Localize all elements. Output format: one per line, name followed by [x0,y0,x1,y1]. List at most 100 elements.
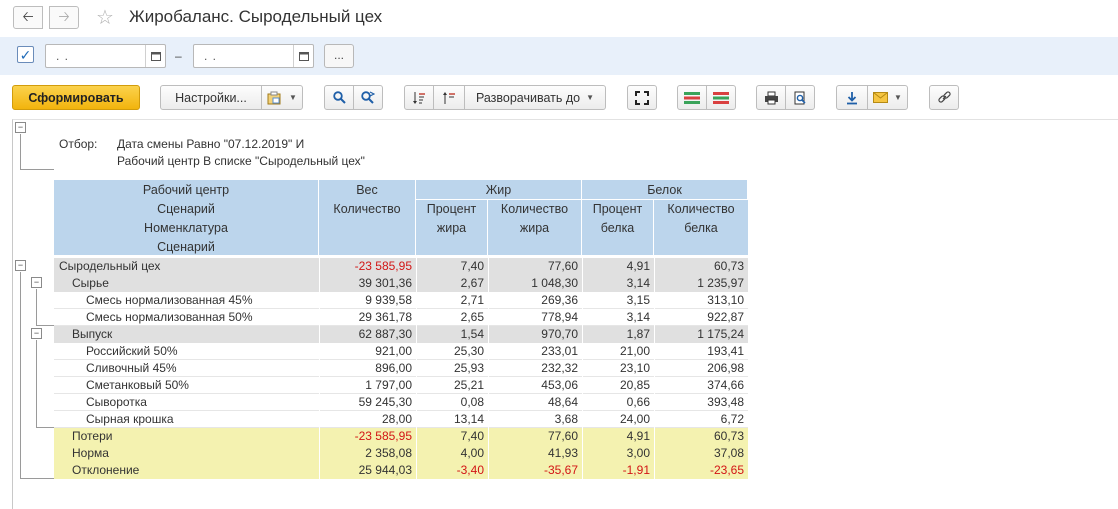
collapse-group-icon[interactable]: − [15,260,26,271]
table-row[interactable]: Потери -23 585,95 7,40 77,60 4,91 60,73 [54,428,748,445]
row-value: 3,15 [626,293,650,307]
select-period-button[interactable]: ... [324,44,354,68]
tree-line [36,289,37,325]
date-to-value: . . [204,49,218,63]
row-label: Сыворотка [86,395,147,409]
row-value: 62 887,30 [358,327,412,341]
header-fat-pct-1: Процент [426,202,477,216]
row-value: 193,41 [707,344,744,358]
row-value: 20,85 [619,378,650,392]
table-row[interactable]: Сыродельный цех -23 585,95 7,40 77,60 4,91 60… [54,258,748,275]
table-row[interactable]: Норма 2 358,08 4,00 41,93 3,00 37,08 [54,445,748,462]
get-link-button[interactable] [929,85,959,110]
header-dim-2: Сценарий [157,202,215,216]
row-value: 1 048,30 [531,276,578,290]
settings-button[interactable]: Настройки... [160,85,262,110]
row-label: Сыродельный цех [59,259,161,273]
find-next-button[interactable] [353,85,383,110]
collapse-group-icon[interactable]: − [31,277,42,288]
row-value: -1,91 [622,463,650,477]
row-value: 37,08 [713,446,744,460]
table-row[interactable]: Отклонение 25 944,03 -3,40 -35,67 -1,91 -23,6… [54,462,748,479]
header-protein-group: Белок [582,180,748,200]
sort-asc-button[interactable] [404,85,434,110]
arrow-right-icon: 🡢 [58,7,70,24]
filter-line-2: Рабочий центр В списке "Сыродельный цех" [117,154,365,168]
save-button[interactable] [836,85,868,110]
row-value: 28,00 [381,412,412,426]
row-value: 1 235,97 [697,276,744,290]
header-dim-1: Рабочий центр [142,183,230,197]
row-value: 922,87 [707,310,744,324]
row-value: 0,08 [460,395,484,409]
collapse-filter-icon[interactable]: − [15,122,26,133]
row-value: 29 361,78 [358,310,412,324]
row-value: 41,93 [547,446,578,460]
sort-desc-button[interactable] [433,85,465,110]
table-row[interactable]: Российский 50% 921,00 25,30 233,01 21,00 193,… [54,343,748,360]
row-value: 1 797,00 [365,378,412,392]
calendar-icon[interactable] [145,45,165,67]
print-button[interactable] [756,85,786,110]
chevron-down-icon: ▼ [894,93,902,102]
date-to-field[interactable]: . . [193,44,314,68]
row-value: -23 585,95 [354,259,412,273]
row-value: 313,10 [707,293,744,307]
row-value: 48,64 [547,395,578,409]
row-value: 9 939,58 [365,293,412,307]
period-checkbox[interactable]: ✓ [17,46,34,63]
header-fat-qty-2: жира [519,221,550,235]
header-fat-qty: Количество жира [488,200,582,256]
expand-to-button[interactable]: Разворачивать до ▼ [464,85,606,110]
fullscreen-button[interactable] [627,85,657,110]
row-value: 206,98 [707,361,744,375]
row-value: 3,14 [626,310,650,324]
table-row[interactable]: Сыворотка 59 245,30 0,08 48,64 0,66 393,48 [54,394,748,411]
table-row[interactable]: Сметанковый 50% 1 797,00 25,21 453,06 20,85 3… [54,377,748,394]
date-from-field[interactable]: . . [45,44,166,68]
row-value: 393,48 [707,395,744,409]
header-dim-3: Номенклатура [144,221,228,235]
back-button[interactable]: 🡠 [13,6,43,29]
header-dimensions: Рабочий центр Сценарий Номенклатура Сцен… [54,180,319,256]
row-value: 778,94 [541,310,578,324]
table-row[interactable]: Сырье 39 301,36 2,67 1 048,30 3,14 1 235,97 [54,275,748,292]
row-label: Потери [72,429,113,443]
favorite-star-icon[interactable]: ☆ [96,5,114,30]
highlight-green-button[interactable] [706,85,736,110]
header-dim-4: Сценарий [157,240,215,254]
header-weight: Вес Количество [319,180,416,256]
row-value: 24,00 [619,412,650,426]
variant-menu-button[interactable]: ▼ [261,85,303,110]
row-label: Отклонение [72,463,140,477]
table-row[interactable]: Сырная крошка 28,00 13,14 3,68 24,00 6,72 [54,411,748,428]
row-label: Сливочный 45% [86,361,177,375]
row-value: 374,66 [707,378,744,392]
row-value: 6,72 [720,412,744,426]
highlight-red-button[interactable] [677,85,707,110]
forward-button[interactable]: 🡢 [49,6,79,29]
table-row[interactable]: Смесь нормализованная 50% 29 361,78 2,65 77… [54,309,748,326]
send-email-button[interactable]: ▼ [867,85,908,110]
filter-label: Отбор: [59,137,98,151]
row-value: 1 175,24 [697,327,744,341]
row-label: Смесь нормализованная 45% [86,293,253,307]
header-protein-qty: Количество белка [654,200,748,256]
preview-button[interactable] [785,85,815,110]
row-value: 2,71 [460,293,484,307]
title-bar: 🡠 🡢 ☆ Жиробаланс. Сыродельный цех [0,0,1118,36]
row-value: 60,73 [713,429,744,443]
table-row[interactable]: Выпуск 62 887,30 1,54 970,70 1,87 1 175,24 [54,326,748,343]
calendar-icon[interactable] [293,45,313,67]
table-row[interactable]: Сливочный 45% 896,00 25,93 232,32 23,10 206,9… [54,360,748,377]
generate-button[interactable]: Сформировать [12,85,140,110]
row-label: Выпуск [72,327,113,341]
tree-line [36,427,54,428]
row-value: -3,40 [456,463,484,477]
collapse-group-icon[interactable]: − [31,328,42,339]
row-value: 2,67 [460,276,484,290]
find-button[interactable] [324,85,354,110]
period-dash: – [175,49,182,63]
date-from-value: . . [56,49,70,63]
table-row[interactable]: Смесь нормализованная 45% 9 939,58 2,71 269… [54,292,748,309]
